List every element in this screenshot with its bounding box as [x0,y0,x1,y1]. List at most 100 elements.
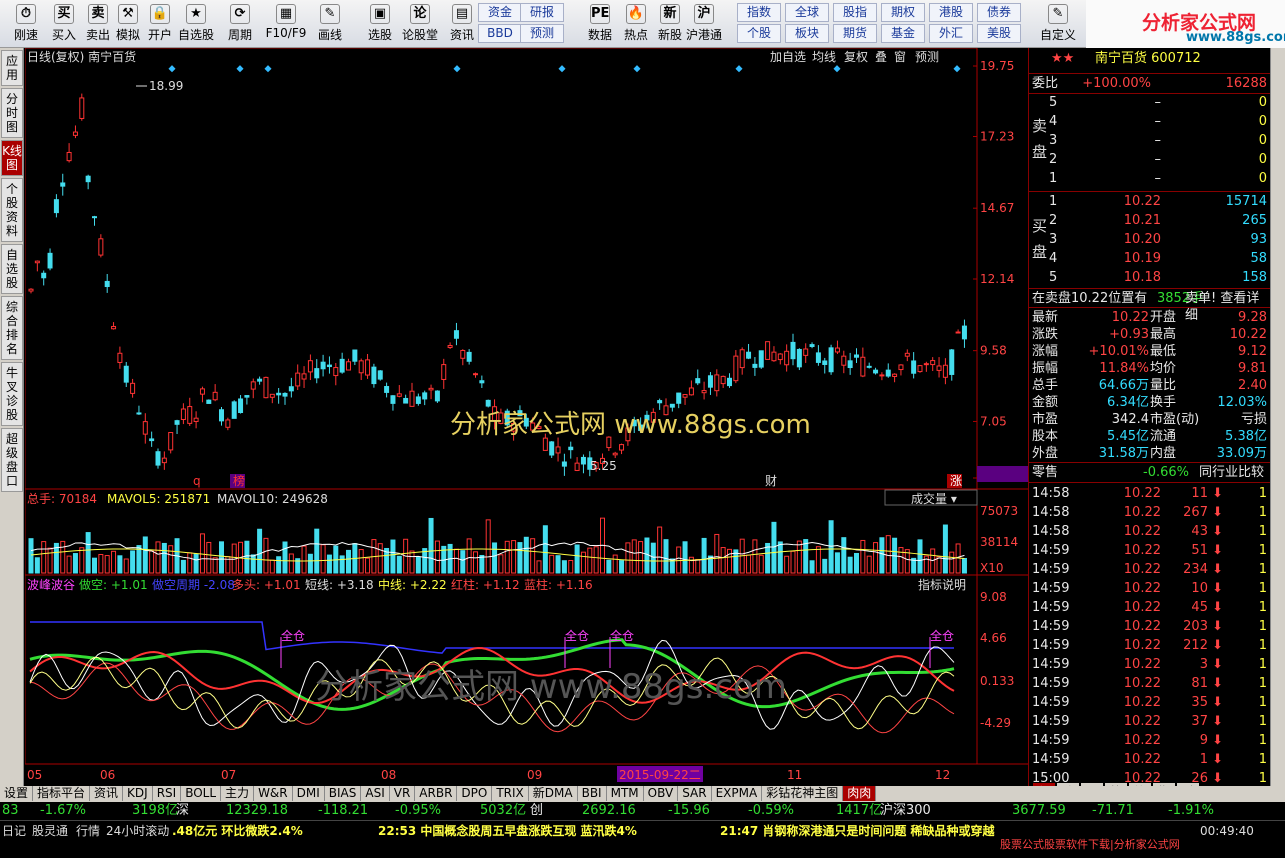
kline-chart-svg[interactable]: 日线(复权) 南宁百货 加自选 均线 复权叠窗预测 19.75 17.23 14.67 12.… [24,47,1028,788]
left-nav-item-6[interactable]: 牛叉诊股 [1,362,23,426]
indicator-tab[interactable]: ASI [361,786,390,801]
toolbar-btn-15[interactable]: 沪沪港通 [686,2,722,46]
left-nav-item-0[interactable]: 应用 [1,50,23,86]
vol-selector[interactable]: 成交量 ▾ [911,491,957,506]
indicator-tab[interactable]: W&R [254,786,293,801]
candle-body [307,360,313,373]
candle-body [866,365,872,368]
chart-tool-btn[interactable]: 窗 [894,50,906,64]
quote-cell: 1 [1258,543,1267,558]
indicator-tab[interactable]: BOLL [181,786,222,801]
volume-bar [365,557,371,574]
indicator-tab[interactable]: DMI [293,786,325,801]
indicator-tab[interactable]: BIAS [325,786,362,801]
quote-cell: 5 [1049,270,1058,285]
status-link[interactable]: 24小时滚动 [106,821,169,841]
indicator-tab[interactable]: EXPMA [712,786,763,801]
toolbar-small-btn[interactable]: 期货 [833,24,877,43]
left-nav-item-1[interactable]: 分时图 [1,88,23,138]
toolbar-small-btn[interactable]: 美股 [977,24,1021,43]
toolbar-btn-1[interactable]: 买买入 [46,2,82,46]
chart-tool-btn[interactable]: 叠 [875,50,887,64]
toolbar-small-btn[interactable]: 基金 [881,24,925,43]
left-nav-item-5[interactable]: 综合排名 [1,296,23,360]
toolbar-btn-12[interactable]: PE 数据 [582,2,618,46]
toolbar-btn-11[interactable]: ▤ 资讯 [444,2,480,46]
indicator-tab[interactable]: TRIX [492,786,529,801]
volume-bar [549,554,555,574]
indicator-tab[interactable]: OBV [644,786,679,801]
toolbar-btn-4[interactable]: 🔒 开户 [142,2,178,46]
toolbar-btn-8[interactable]: ✎ 画线 [312,2,348,46]
indicator-tab[interactable]: 指标平台 [33,786,91,801]
indicator-tab[interactable]: BBI [578,786,607,801]
toolbar-btn-9[interactable]: ▣ 选股 [362,2,398,46]
indicator-tab[interactable]: 肉肉 [843,786,877,801]
volume-bar [276,556,282,574]
volume-bar [777,541,783,574]
toolbar-small-btn[interactable]: 板块 [785,24,829,43]
toolbar-small-btn[interactable]: 港股 [929,3,973,22]
quote-cell: 均价 [1150,361,1177,376]
indicator-tab[interactable]: 彩钻花神主图 [762,786,844,801]
toolbar-btn-7[interactable]: ▦ F10/F9 [264,2,308,46]
indicator-tab[interactable]: 主力 [221,786,255,801]
toolbar-btn-14[interactable]: 新新股 [652,2,688,46]
chart-tool-btn[interactable]: 复权 [844,50,868,64]
toolbar-small-btn[interactable]: 研报 [520,3,564,22]
price-axis-label: 7.05 [980,414,1007,428]
chart-tool-btn[interactable]: 预测 [915,50,939,64]
chart-tool-btn[interactable]: 加自选 [770,50,806,64]
candle-body [53,199,59,214]
candle-body [199,388,205,395]
volume-bar [193,553,199,574]
status-link[interactable]: 日记 [2,821,26,841]
volume-bar [498,554,504,574]
toolbar-btn-13[interactable]: 🔥 热点 [618,2,654,46]
toolbar-small-btn[interactable]: 预测 [520,24,564,43]
indicator-tab[interactable]: SAR [678,786,712,801]
vol-axis-label: X10 [980,561,1004,575]
indicator-tab[interactable]: MTM [607,786,644,801]
indicator-tab[interactable]: DPO [457,786,493,801]
toolbar-btn-0[interactable]: ⏱ 刚速 [8,2,44,46]
status-link[interactable]: 股灵通 [32,821,68,841]
toolbar-small-btn[interactable]: 全球 [785,3,829,22]
status-link[interactable]: 行情 [76,821,100,841]
left-nav-item-3[interactable]: 个股资料 [1,178,23,242]
indicator-tab[interactable]: 设置 [0,786,34,801]
ticker-item: 5032亿 [480,803,527,818]
watermark: 分析家公式网 www.88gs.com [450,410,811,440]
indicator-tab[interactable]: ARBR [415,786,458,801]
toolbar-small-btn[interactable]: 债券 [977,3,1021,22]
scrollbar[interactable] [1270,48,1285,788]
toolbar-btn-6[interactable]: ⟳ 周期 [222,2,258,46]
volume-bar [854,552,859,574]
toolbar-small-btn[interactable]: BBD [478,24,522,43]
toolbar-btn-10[interactable]: 论论股堂 [402,2,438,46]
quote-row: 金额 6.34亿 换手 12.03% [1029,394,1271,411]
indicator-tab[interactable]: VR [390,786,416,801]
indicator-tab[interactable]: 新DMA [529,786,578,801]
chart-area[interactable]: 日线(复权) 南宁百货 加自选 均线 复权叠窗预测 19.75 17.23 14.67 12.… [24,47,1028,788]
chart-tool-btn[interactable]: 均线 [812,50,836,64]
toolbar-small-btn[interactable]: 个股 [737,24,781,43]
left-nav-item-4[interactable]: 自选股 [1,244,23,294]
ind-explain[interactable]: 指标说明 [918,577,966,592]
toolbar-small-btn[interactable]: 期权 [881,3,925,22]
toolbar-small-btn[interactable]: 指数 [737,3,781,22]
toolbar-btn-16[interactable]: ✎ 自定义 [1040,2,1076,46]
left-nav-item-2[interactable]: K线图 [1,140,23,176]
indicator-tab[interactable]: RSI [153,786,182,801]
left-nav-item-7[interactable]: 超级盘口 [1,428,23,492]
toolbar-small-btn[interactable]: 外汇 [929,24,973,43]
indicator-tab[interactable]: KDJ [123,786,153,801]
toolbar-small-btn[interactable]: 股指 [833,3,877,22]
volume-bar [307,553,313,574]
toolbar-small-btn[interactable]: 资金 [478,3,522,22]
volume-bar [60,540,66,574]
indicator-tab[interactable]: 资讯 [90,786,124,801]
toolbar-btn-5[interactable]: ★ 自选股 [178,2,214,46]
toolbar-btn-3[interactable]: ⚒ 模拟 [110,2,146,46]
quote-cell: 9 ⬇ [1199,733,1223,748]
